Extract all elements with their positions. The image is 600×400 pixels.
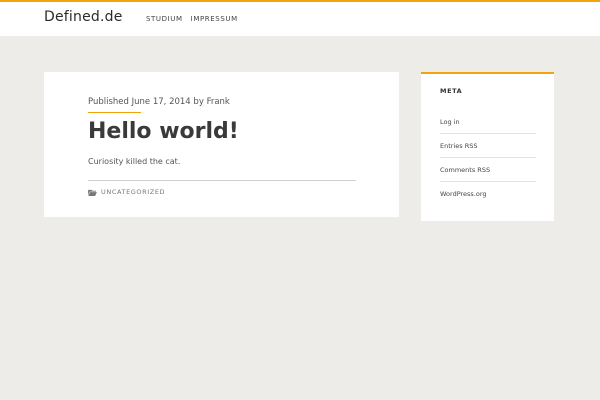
post-card: Published June 17, 2014 by Frank Hello w… [44, 72, 399, 217]
meta-links: Log in Entries RSS Comments RSS WordPres… [440, 110, 536, 206]
entries-rss-link[interactable]: Entries RSS [440, 142, 477, 150]
list-item: Entries RSS [440, 134, 536, 158]
post-meta-prefix: Published [88, 97, 129, 107]
nav-item-impressum[interactable]: IMPRESSUM [191, 15, 238, 23]
nav-item-studium[interactable]: STUDIUM [146, 15, 183, 23]
list-item: WordPress.org [440, 182, 536, 206]
post-divider [88, 180, 356, 181]
log-in-link[interactable]: Log in [440, 118, 460, 126]
list-item: Log in [440, 110, 536, 134]
meta-widget: META Log in Entries RSS Comments RSS Wor… [421, 72, 554, 221]
post-title[interactable]: Hello world! [88, 119, 239, 144]
primary-nav: STUDIUM IMPRESSUM [146, 15, 238, 23]
folder-icon [88, 189, 97, 196]
post-date-link[interactable]: June 17, 2014 [132, 97, 191, 107]
site-header: Defined.de STUDIUM IMPRESSUM [0, 0, 600, 36]
post-category: UNCATEGORIZED [88, 188, 165, 196]
post-excerpt: Curiosity killed the cat. [88, 157, 181, 166]
category-link[interactable]: UNCATEGORIZED [101, 188, 165, 196]
wordpress-org-link[interactable]: WordPress.org [440, 190, 487, 198]
comments-rss-link[interactable]: Comments RSS [440, 166, 490, 174]
post-meta: Published June 17, 2014 by Frank [88, 97, 230, 113]
post-meta-by: by [193, 97, 204, 107]
meta-accent-line [88, 112, 141, 113]
post-author-link[interactable]: Frank [207, 97, 230, 107]
widget-title: META [440, 87, 463, 95]
list-item: Comments RSS [440, 158, 536, 182]
site-title[interactable]: Defined.de [44, 9, 123, 25]
